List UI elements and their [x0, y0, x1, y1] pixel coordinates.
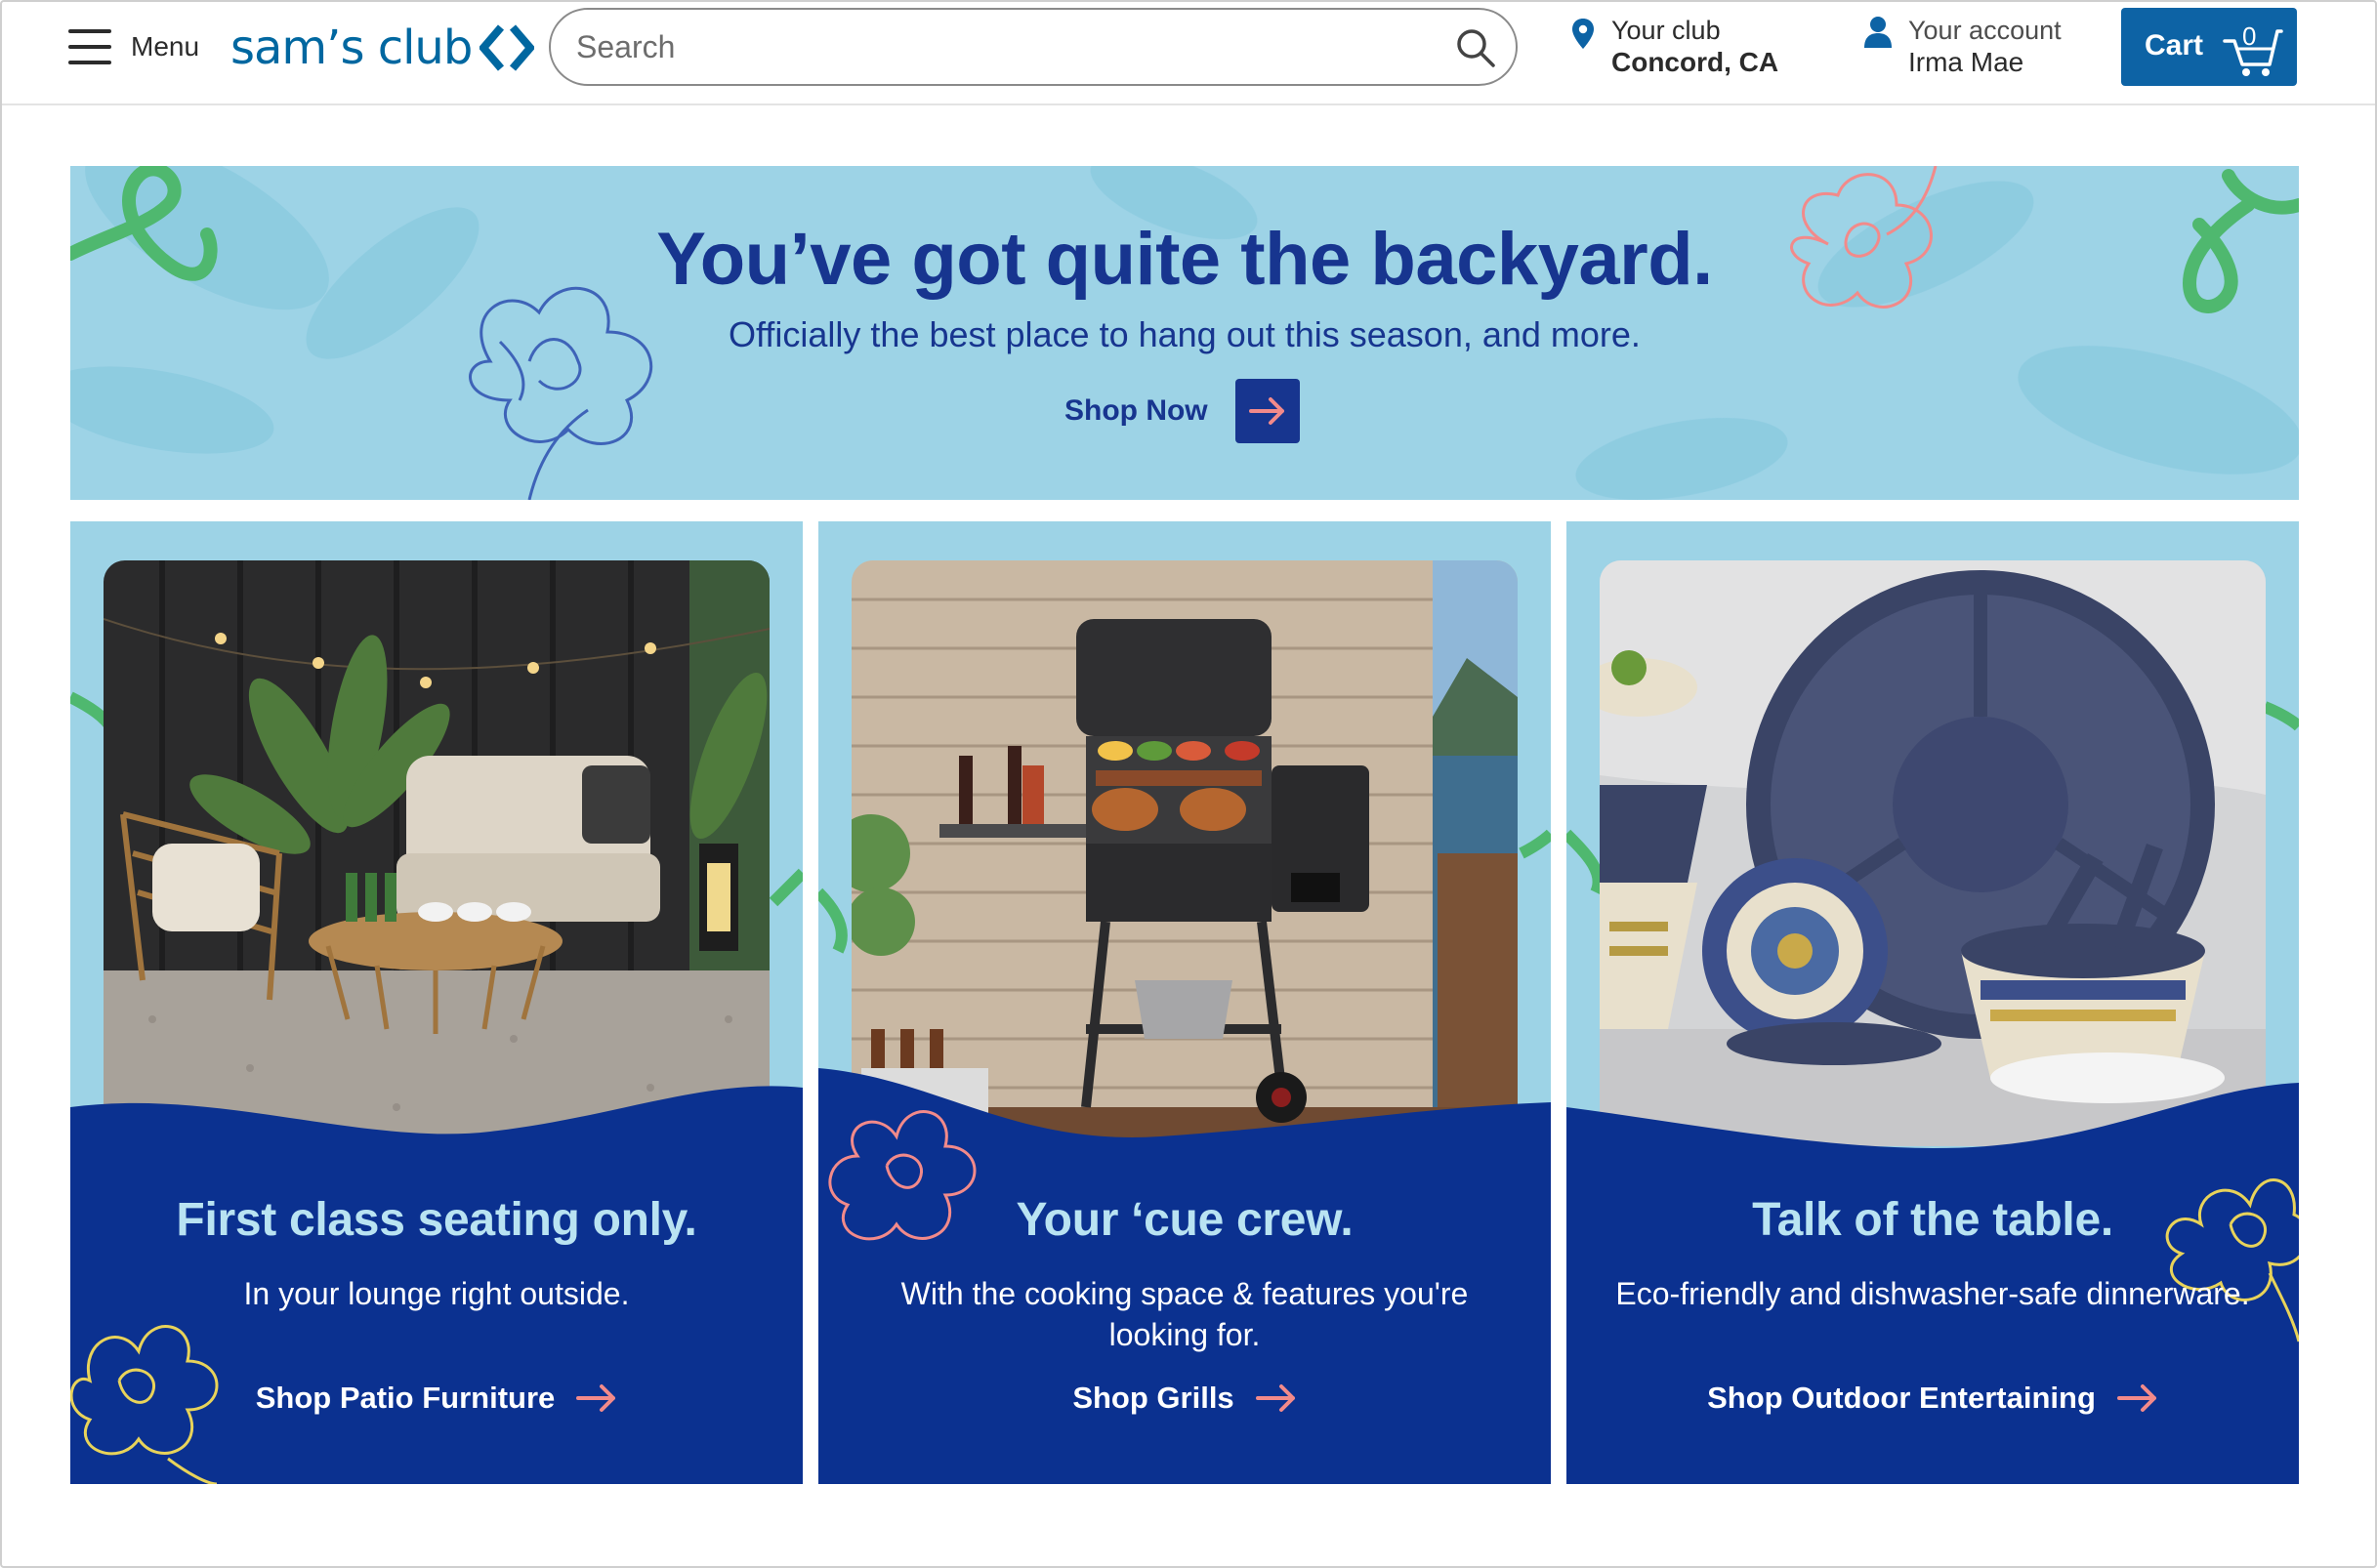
club-label: Your club — [1611, 16, 1721, 45]
logo-text: sam’s club — [230, 21, 473, 75]
shop-patio-furniture-link[interactable]: Shop Patio Furniture — [70, 1381, 803, 1416]
shop-grills-link[interactable]: Shop Grills — [818, 1381, 1551, 1416]
club-name: Concord, CA — [1611, 47, 1779, 77]
user-icon — [1864, 17, 1892, 48]
hero-subtitle: Officially the best place to hang out th… — [729, 314, 1641, 354]
search-icon[interactable] — [1455, 27, 1496, 68]
cart-button[interactable]: Cart 0 — [2121, 8, 2297, 86]
shop-now-button[interactable]: Shop Now — [1064, 379, 1300, 443]
account-name: Irma Mae — [1908, 47, 2024, 77]
card-description: In your lounge right outside. — [243, 1276, 630, 1311]
logo-diamond-icon — [480, 24, 535, 71]
card-description: With the cooking space & features you're… — [900, 1276, 1469, 1352]
hamburger-icon — [68, 29, 111, 64]
card-title: Your ‘cue crew. — [1016, 1194, 1354, 1246]
card-title: First class seating only. — [176, 1194, 697, 1246]
promo-card-grills[interactable]: Your ‘cue crew. With the cooking space &… — [818, 521, 1551, 1484]
account-label: Your account — [1908, 16, 2062, 45]
card-title: Talk of the table. — [1752, 1194, 2113, 1246]
cart-count: 0 — [2242, 21, 2257, 51]
hero-title: You’ve got quite the backyard. — [656, 218, 1713, 301]
location-pin-icon — [1572, 19, 1594, 49]
cart-label: Cart — [2145, 29, 2204, 62]
top-header: Menu sam’s club Your club Concord, CA Yo… — [0, 0, 2377, 105]
card-link-label: Shop Outdoor Entertaining — [1707, 1381, 2096, 1415]
sams-club-logo[interactable]: sam’s club — [230, 18, 535, 78]
menu-label: Menu — [131, 31, 200, 62]
card-link-label: Shop Grills — [1072, 1381, 1234, 1415]
card-navy-panel — [70, 1086, 803, 1484]
arrow-right-icon — [576, 1384, 616, 1412]
arrow-right-icon — [1255, 1384, 1295, 1412]
card-link-label: Shop Patio Furniture — [255, 1381, 556, 1415]
card-description: Eco-friendly and dishwasher-safe dinnerw… — [1615, 1276, 2250, 1311]
shop-now-label: Shop Now — [1064, 394, 1208, 427]
card-navy-panel — [1566, 1083, 2299, 1484]
promo-card-patio-furniture[interactable]: First class seating only. In your lounge… — [70, 521, 803, 1484]
search-input[interactable] — [576, 21, 1436, 72]
promo-card-outdoor-entertaining[interactable]: Talk of the table. Eco-friendly and dish… — [1566, 521, 2299, 1484]
hero-banner[interactable]: You’ve got quite the backyard. Officiall… — [70, 166, 2299, 500]
shop-outdoor-entertaining-link[interactable]: Shop Outdoor Entertaining — [1566, 1381, 2299, 1416]
search-bar — [549, 8, 1518, 86]
arrow-right-icon — [1234, 379, 1300, 443]
arrow-right-icon — [2116, 1384, 2156, 1412]
menu-button[interactable]: Menu — [68, 23, 199, 70]
